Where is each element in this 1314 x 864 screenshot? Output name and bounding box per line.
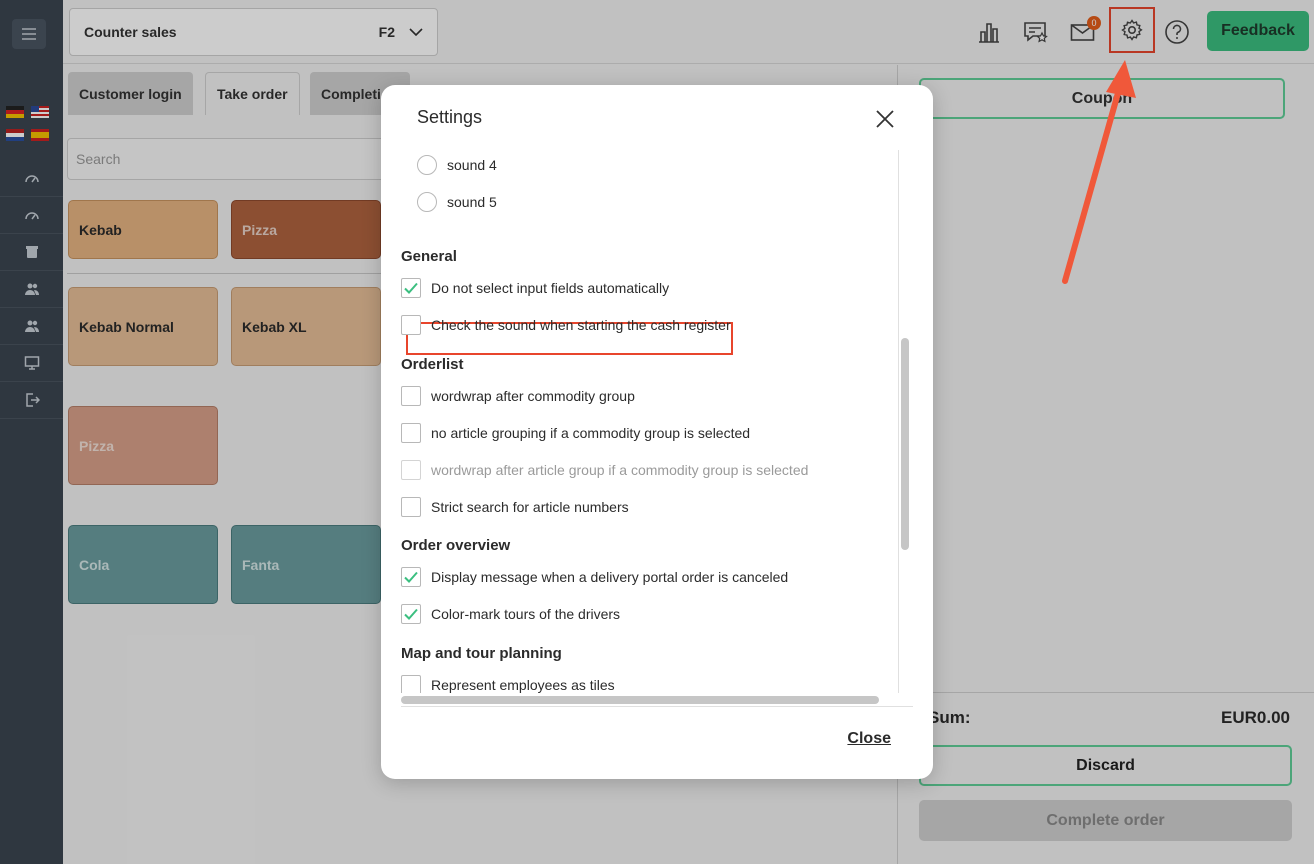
- option-label: Check the sound when starting the cash r…: [431, 317, 731, 333]
- checkbox[interactable]: [401, 386, 421, 406]
- radio-button[interactable]: [417, 155, 437, 175]
- option-strict-search[interactable]: Strict search for article numbers: [401, 495, 629, 519]
- option-delivery-cancel-message[interactable]: Display message when a delivery portal o…: [401, 565, 788, 589]
- option-no-auto-select[interactable]: Do not select input fields automatically: [401, 276, 669, 300]
- divider: [401, 706, 913, 707]
- option-wordwrap-commodity[interactable]: wordwrap after commodity group: [401, 384, 635, 408]
- radio-label: sound 4: [447, 157, 497, 173]
- radio-label: sound 5: [447, 194, 497, 210]
- check-icon: [404, 282, 418, 294]
- checkbox[interactable]: [401, 567, 421, 587]
- settings-scroll-area[interactable]: sound 4 sound 5 General Do not select in…: [401, 150, 913, 693]
- checkbox: [401, 460, 421, 480]
- horizontal-scrollbar[interactable]: [401, 696, 879, 704]
- option-label: Do not select input fields automatically: [431, 280, 670, 296]
- option-check-sound[interactable]: Check the sound when starting the cash r…: [401, 313, 731, 337]
- close-icon: [876, 110, 894, 128]
- option-label: no article grouping if a commodity group…: [431, 425, 751, 441]
- checkbox[interactable]: [401, 315, 421, 335]
- vertical-scrollbar-track: [898, 150, 899, 693]
- option-color-mark-tours[interactable]: Color-mark tours of the drivers: [401, 602, 620, 626]
- option-wordwrap-article-group: wordwrap after article group if a commod…: [401, 458, 808, 482]
- close-button[interactable]: [873, 107, 897, 131]
- checkbox[interactable]: [401, 278, 421, 298]
- option-label: wordwrap after article group if a commod…: [431, 462, 809, 478]
- option-label: Strict search for article numbers: [431, 499, 629, 515]
- section-heading-order-overview: Order overview: [401, 537, 511, 554]
- option-employees-tiles[interactable]: Represent employees as tiles: [401, 673, 615, 693]
- option-label: Color-mark tours of the drivers: [431, 606, 621, 622]
- checkbox[interactable]: [401, 604, 421, 624]
- option-label: Represent employees as tiles: [431, 677, 615, 693]
- option-label: Display message when a delivery portal o…: [431, 569, 789, 585]
- check-icon: [404, 571, 418, 583]
- section-heading-map-tour: Map and tour planning: [401, 645, 562, 662]
- check-icon: [404, 608, 418, 620]
- option-label: wordwrap after commodity group: [431, 388, 635, 404]
- dialog-title: Settings: [417, 107, 483, 127]
- vertical-scrollbar[interactable]: [901, 338, 909, 550]
- option-no-article-grouping[interactable]: no article grouping if a commodity group…: [401, 421, 750, 445]
- close-link[interactable]: Close: [847, 730, 891, 748]
- radio-button[interactable]: [417, 192, 437, 212]
- radio-sound-4[interactable]: sound 4: [401, 153, 497, 177]
- checkbox[interactable]: [401, 423, 421, 443]
- checkbox[interactable]: [401, 497, 421, 517]
- section-heading-general: General: [401, 248, 457, 265]
- radio-sound-5[interactable]: sound 5: [401, 190, 497, 214]
- settings-dialog: Settings sound 4 sound 5 General Do not …: [381, 85, 933, 779]
- checkbox[interactable]: [401, 675, 421, 693]
- section-heading-orderlist: Orderlist: [401, 356, 464, 373]
